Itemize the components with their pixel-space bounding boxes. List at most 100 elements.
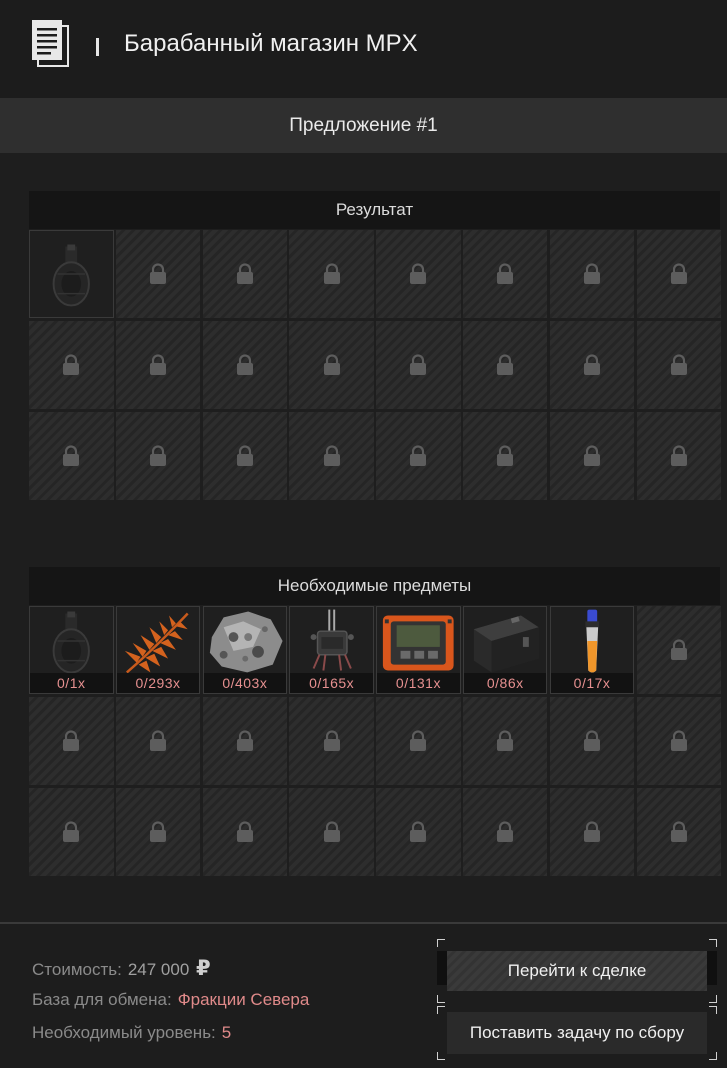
- locked-slot: [29, 697, 114, 785]
- required-item-slot[interactable]: 0/403x: [202, 606, 288, 694]
- lock-icon: [150, 730, 167, 751]
- lock-icon: [584, 354, 601, 375]
- lock-icon: [63, 354, 80, 375]
- result-heading: Результат: [29, 191, 720, 229]
- item-quantity: 0/131x: [377, 673, 460, 693]
- item-quantity: 0/165x: [290, 673, 373, 693]
- lock-icon: [584, 263, 601, 284]
- orange-device-icon: [377, 607, 460, 675]
- lock-icon: [63, 821, 80, 842]
- lock-icon: [410, 445, 427, 466]
- lock-icon: [236, 354, 253, 375]
- locked-slot: [29, 321, 114, 409]
- locked-slot: [202, 321, 288, 409]
- level-row: Необходимый уровень: 5: [32, 1023, 231, 1043]
- result-item-slot[interactable]: [29, 230, 114, 318]
- locked-slot: [462, 697, 548, 785]
- locked-slot: [462, 412, 548, 500]
- locked-slot: [376, 230, 461, 318]
- locked-slot: [289, 321, 374, 409]
- lock-icon: [584, 821, 601, 842]
- locked-slot: [549, 788, 635, 876]
- item-quantity: 0/17x: [550, 673, 634, 693]
- lock-icon: [323, 730, 340, 751]
- locked-slot: [115, 697, 201, 785]
- required-item-slot[interactable]: 0/165x: [289, 606, 374, 694]
- lock-icon: [410, 263, 427, 284]
- document-icon: [32, 20, 69, 67]
- lock-icon: [670, 639, 687, 660]
- locked-slot: [549, 697, 635, 785]
- base-value: Фракции Севера: [177, 990, 310, 1009]
- lock-icon: [236, 730, 253, 751]
- locked-slot: [549, 230, 635, 318]
- locked-slot: [202, 788, 288, 876]
- locked-slot: [202, 697, 288, 785]
- base-row: База для обмена: Фракции Севера: [32, 990, 309, 1010]
- lock-icon: [497, 445, 514, 466]
- lock-icon: [236, 445, 253, 466]
- lock-icon: [63, 730, 80, 751]
- lock-icon: [323, 263, 340, 284]
- item-quantity: 0/86x: [463, 673, 547, 693]
- locked-slot: [376, 788, 461, 876]
- lock-icon: [150, 354, 167, 375]
- drum-magazine-icon: [30, 607, 113, 675]
- level-value: 5: [221, 1023, 232, 1042]
- cost-row: Стоимость: 247 000 ₽: [32, 956, 211, 981]
- lock-icon: [410, 354, 427, 375]
- ruble-icon: ₽: [196, 957, 211, 980]
- set-collection-task-label: Поставить задачу по сбору: [447, 1012, 707, 1054]
- required-item-slot[interactable]: 0/17x: [549, 606, 635, 694]
- locked-slot: [636, 412, 722, 500]
- locked-slot: [636, 697, 722, 785]
- locked-slot: [115, 321, 201, 409]
- go-to-deal-label: Перейти к сделке: [447, 951, 707, 991]
- locked-slot: [462, 230, 548, 318]
- locked-slot: [376, 412, 461, 500]
- lock-icon: [670, 263, 687, 284]
- locked-slot: [289, 412, 374, 500]
- lock-icon: [150, 821, 167, 842]
- lock-icon: [150, 263, 167, 284]
- cost-label: Стоимость:: [32, 960, 122, 979]
- required-item-slot[interactable]: 0/1x: [29, 606, 114, 694]
- locked-slot: [549, 412, 635, 500]
- locked-slot: [115, 412, 201, 500]
- lock-icon: [150, 445, 167, 466]
- locked-slot: [202, 230, 288, 318]
- lock-icon: [410, 821, 427, 842]
- offer-tab[interactable]: Предложение #1: [0, 98, 727, 153]
- lock-icon: [497, 821, 514, 842]
- electronic-component-icon: [290, 607, 373, 675]
- locked-slot: [202, 412, 288, 500]
- header-divider: [96, 38, 99, 56]
- locked-slot: [376, 321, 461, 409]
- locked-slot: [289, 230, 374, 318]
- lock-icon: [497, 730, 514, 751]
- go-to-deal-button[interactable]: Перейти к сделке: [437, 939, 717, 1003]
- required-item-slot[interactable]: 0/86x: [462, 606, 548, 694]
- lock-icon: [497, 354, 514, 375]
- locked-slot: [29, 412, 114, 500]
- locked-slot: [636, 230, 722, 318]
- locked-slot: [115, 230, 201, 318]
- cost-value: 247 000: [127, 960, 190, 979]
- required-items-grid: 0/1x 0/293x 0/403x 0/165x 0/131x 0/86x 0/17x: [29, 606, 722, 876]
- item-quantity: 0/1x: [30, 673, 113, 693]
- ore-rock-icon: [204, 607, 287, 675]
- lock-icon: [410, 730, 427, 751]
- set-collection-task-button[interactable]: Поставить задачу по сбору: [437, 1006, 717, 1060]
- lock-icon: [670, 354, 687, 375]
- lock-icon: [236, 821, 253, 842]
- lock-icon: [670, 730, 687, 751]
- vial-icon: [551, 607, 634, 675]
- locked-slot: [462, 321, 548, 409]
- lock-icon: [670, 445, 687, 466]
- required-item-slot[interactable]: 0/131x: [376, 606, 461, 694]
- required-item-slot[interactable]: 0/293x: [115, 606, 201, 694]
- required-heading: Необходимые предметы: [29, 567, 720, 605]
- locked-slot: [636, 606, 722, 694]
- level-label: Необходимый уровень:: [32, 1023, 216, 1042]
- lock-icon: [584, 445, 601, 466]
